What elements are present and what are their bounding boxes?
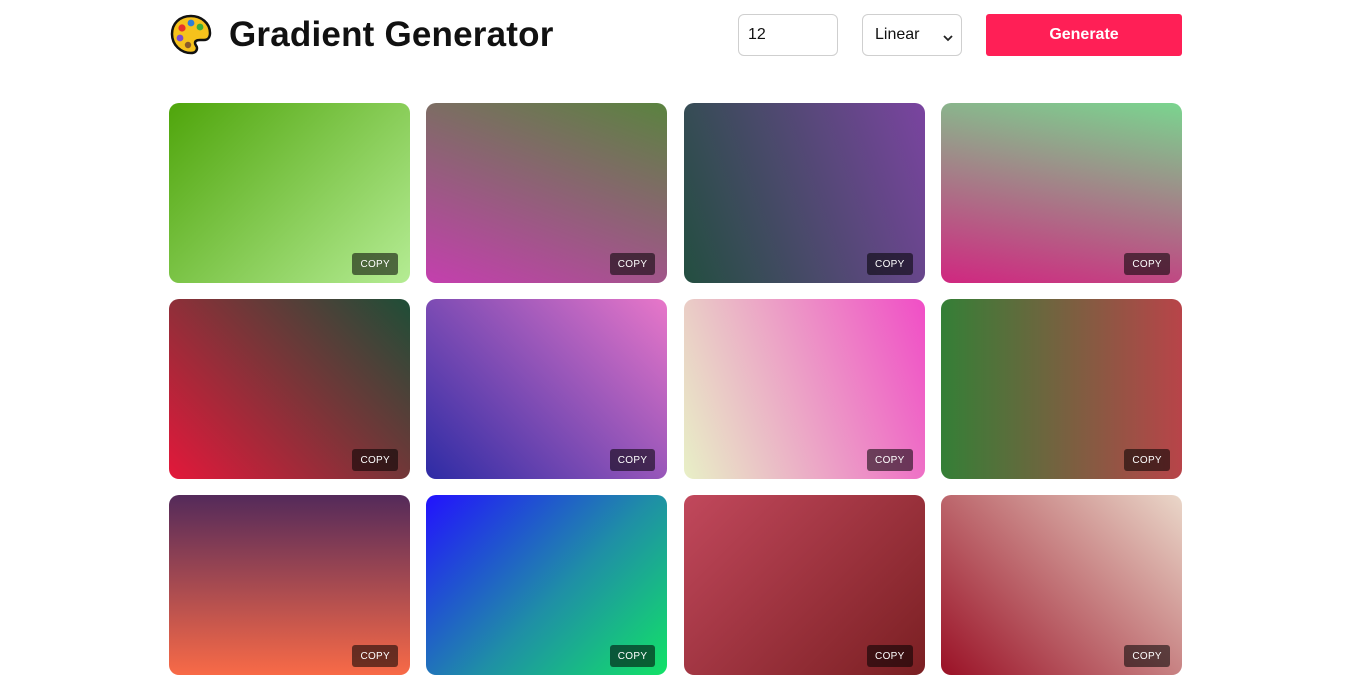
palette-icon	[169, 13, 213, 57]
gradient-card[interactable]: COPY	[940, 495, 1182, 675]
copy-button[interactable]: COPY	[352, 645, 398, 667]
controls: Linear Generate	[738, 14, 1182, 56]
copy-button[interactable]: COPY	[867, 645, 913, 667]
gradient-type-selected: Linear	[875, 26, 920, 43]
brand: Gradient Generator	[169, 13, 554, 57]
gradient-card[interactable]: COPY	[683, 495, 925, 675]
gradient-card[interactable]: COPY	[426, 299, 668, 479]
copy-button[interactable]: COPY	[609, 449, 656, 471]
copy-button[interactable]: COPY	[352, 253, 398, 275]
header: Gradient Generator Linear Generate	[169, 12, 1182, 58]
gradient-grid: COPY COPY COPY COPY COPY COPY COPY COPY …	[169, 103, 1182, 675]
chevron-down-icon	[943, 30, 953, 42]
gradient-card[interactable]: COPY	[169, 103, 410, 283]
page-title: Gradient Generator	[229, 15, 554, 54]
gradient-card[interactable]: COPY	[940, 103, 1182, 283]
copy-button[interactable]: COPY	[609, 253, 656, 275]
gradient-card[interactable]: COPY	[683, 299, 925, 479]
generate-button[interactable]: Generate	[986, 14, 1182, 56]
page: Gradient Generator Linear Generate COPY …	[0, 0, 1347, 676]
gradient-card[interactable]: COPY	[683, 103, 925, 283]
copy-button[interactable]: COPY	[609, 645, 656, 667]
copy-button[interactable]: COPY	[1124, 645, 1170, 667]
gradient-card[interactable]: COPY	[940, 299, 1182, 479]
gradient-card[interactable]: COPY	[169, 299, 410, 479]
copy-button[interactable]: COPY	[1124, 253, 1170, 275]
copy-button[interactable]: COPY	[1124, 449, 1170, 471]
gradient-card[interactable]: COPY	[426, 495, 668, 675]
copy-button[interactable]: COPY	[867, 449, 913, 471]
gradient-card[interactable]: COPY	[426, 103, 668, 283]
gradient-count-input[interactable]	[738, 14, 838, 56]
gradient-card[interactable]: COPY	[169, 495, 410, 675]
copy-button[interactable]: COPY	[352, 449, 398, 471]
copy-button[interactable]: COPY	[867, 253, 913, 275]
gradient-type-select[interactable]: Linear	[862, 14, 962, 56]
